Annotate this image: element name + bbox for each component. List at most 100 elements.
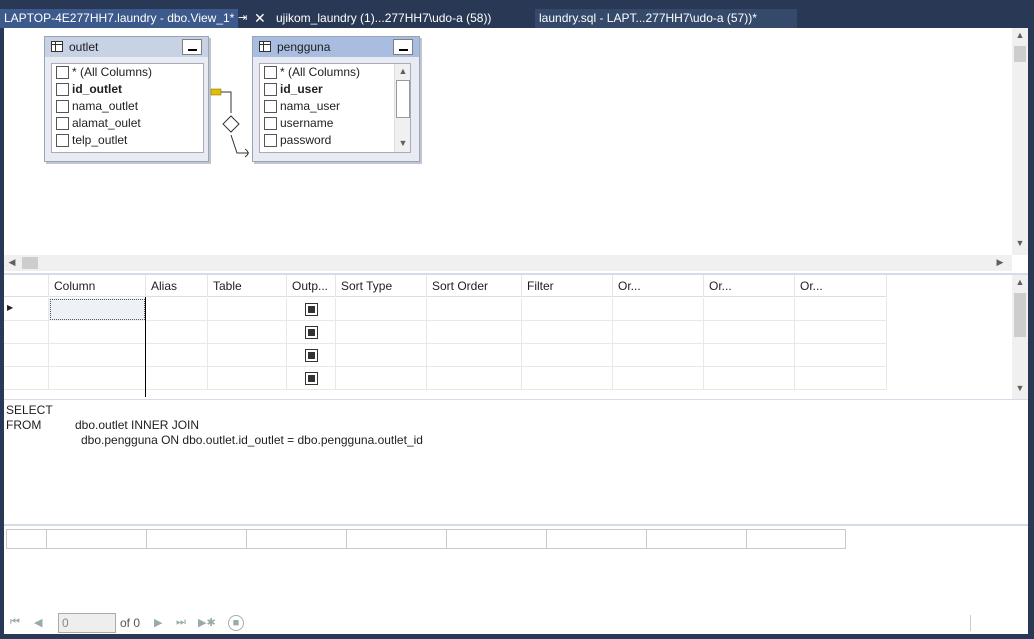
table-header[interactable]: outlet xyxy=(45,37,208,57)
grid-cell[interactable] xyxy=(795,298,887,321)
column-row[interactable]: nama_outlet xyxy=(52,98,203,115)
grid-cell[interactable] xyxy=(287,367,336,390)
grid-cell[interactable] xyxy=(146,344,208,367)
minimize-button[interactable] xyxy=(393,39,413,55)
first-record-icon[interactable]: ⏮ xyxy=(10,616,20,629)
grid-cell[interactable] xyxy=(795,344,887,367)
column-list[interactable]: * (All Columns) id_outlet nama_outlet al… xyxy=(51,63,204,153)
column-header[interactable]: Or... xyxy=(704,275,795,297)
column-checkbox[interactable] xyxy=(56,100,69,113)
criteria-grid-pane[interactable]: Column Alias Table Outp... Sort Type Sor… xyxy=(4,275,1028,399)
scroll-thumb[interactable] xyxy=(1014,46,1026,62)
column-row[interactable]: username xyxy=(260,115,410,132)
column-header[interactable]: Sort Order xyxy=(427,275,522,297)
column-header[interactable]: Or... xyxy=(613,275,704,297)
column-checkbox[interactable] xyxy=(264,117,277,130)
grid-cell[interactable] xyxy=(522,321,613,344)
join-relationship-line[interactable] xyxy=(209,83,255,163)
row-selector[interactable] xyxy=(4,367,49,390)
tab-ujikom-laundry[interactable]: ujikom_laundry (1)...277HH7\udo-a (58)) xyxy=(272,9,512,28)
scroll-thumb[interactable] xyxy=(22,257,38,269)
grid-cell[interactable] xyxy=(795,321,887,344)
grid-cell[interactable] xyxy=(49,321,146,344)
scroll-up-icon[interactable]: ▲ xyxy=(1012,277,1028,287)
minimize-button[interactable] xyxy=(182,39,202,55)
results-pane[interactable]: ⏮ ◀ 0 of 0 ▶ ⏭ ▶✱ ■ xyxy=(4,526,1028,634)
output-checkbox[interactable] xyxy=(305,372,318,385)
column-row[interactable]: id_user xyxy=(260,81,410,98)
grid-cell[interactable] xyxy=(336,298,427,321)
previous-record-icon[interactable]: ◀ xyxy=(34,616,42,629)
column-list-scrollbar[interactable]: ▲ ▼ xyxy=(394,64,410,152)
column-header[interactable]: Alias xyxy=(146,275,208,297)
diagram-vertical-scrollbar[interactable]: ▲ ▼ xyxy=(1012,28,1028,255)
grid-row[interactable] xyxy=(4,321,887,344)
grid-cell[interactable] xyxy=(336,367,427,390)
column-header[interactable]: Or... xyxy=(795,275,887,297)
grid-row[interactable] xyxy=(4,367,887,390)
grid-row[interactable] xyxy=(4,344,887,367)
tab-view1[interactable]: LAPTOP-4E277HH7.laundry - dbo.View_1* xyxy=(0,9,238,28)
column-checkbox[interactable] xyxy=(56,117,69,130)
grid-cell[interactable] xyxy=(208,344,287,367)
column-row[interactable]: alamat_oulet xyxy=(52,115,203,132)
last-record-icon[interactable]: ⏭ xyxy=(176,616,186,629)
column-header[interactable]: Sort Type xyxy=(336,275,427,297)
pin-icon[interactable]: ⇥ xyxy=(238,9,247,28)
grid-cell[interactable] xyxy=(522,344,613,367)
grid-cell[interactable] xyxy=(49,344,146,367)
column-row[interactable]: nama_user xyxy=(260,98,410,115)
column-header[interactable]: Outp... xyxy=(287,275,336,297)
column-row[interactable]: id_outlet xyxy=(52,81,203,98)
grid-cell[interactable] xyxy=(146,367,208,390)
grid-vertical-scrollbar[interactable]: ▲ ▼ xyxy=(1012,275,1028,399)
table-outlet[interactable]: outlet * (All Columns) id_outlet nama_ou… xyxy=(44,36,209,162)
sql-pane[interactable]: SELECT FROM dbo.outlet INNER JOIN dbo.pe… xyxy=(4,400,1028,525)
scroll-down-icon[interactable]: ▼ xyxy=(395,138,410,148)
grid-cell[interactable] xyxy=(208,298,287,321)
column-checkbox[interactable] xyxy=(56,66,69,79)
close-icon[interactable]: ✕ xyxy=(254,9,266,28)
output-checkbox[interactable] xyxy=(305,326,318,339)
column-checkbox[interactable] xyxy=(264,100,277,113)
grid-cell[interactable] xyxy=(49,298,146,321)
column-header[interactable]: Column xyxy=(49,275,146,297)
grid-cell[interactable] xyxy=(704,344,795,367)
grid-row[interactable]: ▶ xyxy=(4,298,887,321)
diagram-horizontal-scrollbar[interactable]: ◀ ▶ xyxy=(4,255,1012,271)
column-checkbox[interactable] xyxy=(56,83,69,96)
scroll-right-icon[interactable]: ▶ xyxy=(992,257,1008,268)
grid-cell[interactable] xyxy=(522,367,613,390)
table-header[interactable]: pengguna xyxy=(253,37,419,57)
diagram-pane[interactable]: outlet * (All Columns) id_outlet nama_ou… xyxy=(4,28,1028,273)
grid-cell[interactable] xyxy=(287,298,336,321)
column-checkbox[interactable] xyxy=(264,83,277,96)
grid-cell[interactable] xyxy=(336,344,427,367)
column-header[interactable]: Filter xyxy=(522,275,613,297)
grid-cell[interactable] xyxy=(427,321,522,344)
grid-cell[interactable] xyxy=(287,321,336,344)
grid-cell[interactable] xyxy=(522,298,613,321)
grid-cell[interactable] xyxy=(336,321,427,344)
output-checkbox[interactable] xyxy=(305,303,318,316)
grid-cell[interactable] xyxy=(613,367,704,390)
table-pengguna[interactable]: pengguna * (All Columns) id_user nama_us… xyxy=(252,36,420,162)
grid-cell[interactable] xyxy=(287,344,336,367)
scroll-thumb[interactable] xyxy=(396,80,410,118)
grid-cell[interactable] xyxy=(146,298,208,321)
stop-icon[interactable]: ■ xyxy=(228,615,244,631)
column-checkbox[interactable] xyxy=(56,134,69,147)
column-row[interactable]: * (All Columns) xyxy=(52,64,203,81)
grid-cell[interactable] xyxy=(704,298,795,321)
grid-cell[interactable] xyxy=(427,367,522,390)
column-checkbox[interactable] xyxy=(264,66,277,79)
new-record-icon[interactable]: ▶✱ xyxy=(198,616,216,629)
column-checkbox[interactable] xyxy=(264,134,277,147)
column-list[interactable]: * (All Columns) id_user nama_user userna… xyxy=(259,63,411,153)
grid-cell[interactable] xyxy=(613,298,704,321)
grid-cell[interactable] xyxy=(146,321,208,344)
grid-cell[interactable] xyxy=(427,298,522,321)
grid-cell[interactable] xyxy=(704,321,795,344)
scroll-thumb[interactable] xyxy=(1014,293,1026,337)
scroll-down-icon[interactable]: ▼ xyxy=(1012,383,1028,393)
